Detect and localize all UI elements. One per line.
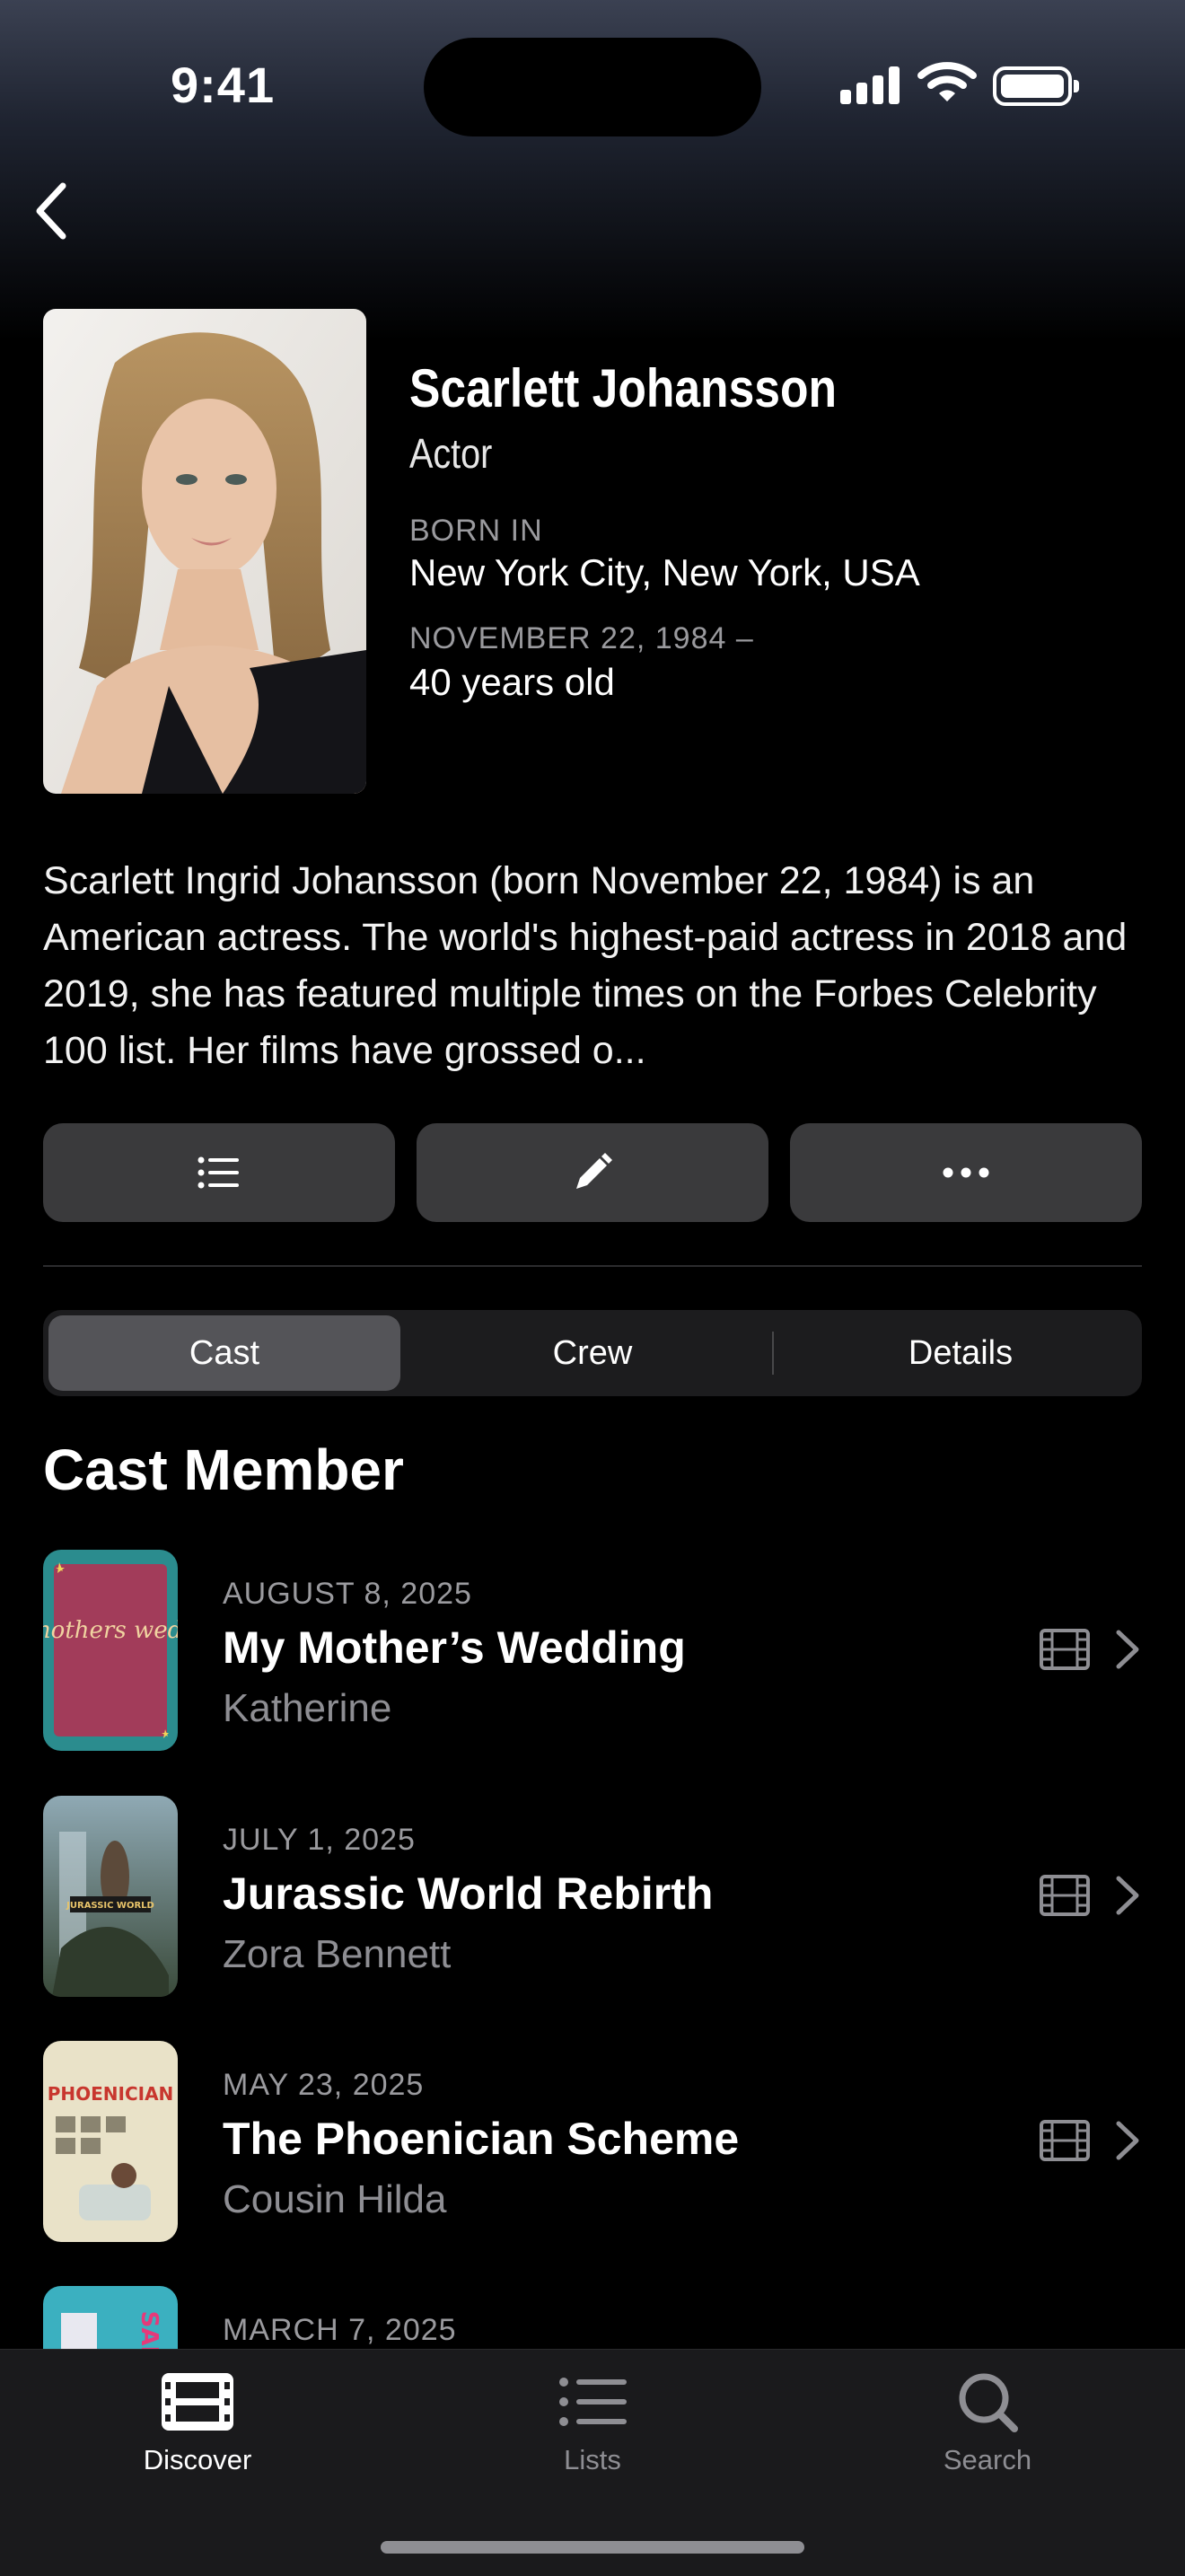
back-chevron-icon[interactable] [27,175,81,247]
add-to-list-button[interactable] [43,1123,395,1222]
movie-title: Jurassic World Rebirth [223,1868,714,1919]
tab-search[interactable]: Search [880,2371,1095,2476]
segment-cast[interactable]: Cast [48,1315,400,1391]
segment-separator [772,1332,774,1375]
tab-label: Search [943,2444,1032,2475]
movie-poster: PHOENICIAN [43,2041,178,2242]
tab-discover[interactable]: Discover [90,2371,305,2476]
movie-title: My Mother’s Wedding [223,1622,686,1673]
search-icon [959,2373,1018,2432]
release-date: MARCH 7, 2025 [223,2313,457,2347]
pencil-icon [576,1153,612,1189]
segment-crew[interactable]: Crew [417,1315,768,1391]
character-name: Cousin Hilda [223,2177,447,2221]
dynamic-island [424,38,761,136]
credit-row[interactable]: PHOENICIAN MAY 23, 2025 The Phoenician S… [43,2041,1142,2242]
character-name: Zora Bennett [223,1932,452,1976]
poster-text: JURASSIC WORLD [66,1901,154,1911]
film-icon [1040,1875,1090,1916]
segment-details[interactable]: Details [785,1315,1137,1391]
action-buttons [43,1123,1142,1222]
poster-text: my mothers wedding [43,1617,178,1644]
movie-title: The Phoenician Scheme [223,2114,740,2164]
birth-date: NOVEMBER 22, 1984 – [409,621,754,655]
wifi-icon [917,62,977,101]
chevron-right-icon [1116,1630,1139,1669]
movie-poster: JURASSIC WORLD [43,1796,178,1997]
film-icon [1040,2120,1090,2161]
release-date: JULY 1, 2025 [223,1823,416,1857]
home-indicator [381,2541,804,2554]
status-time: 9:41 [171,57,276,113]
credit-row[interactable]: my mothers wedding AUGUST 8, 2025 My Mot… [43,1550,1142,1751]
credit-row[interactable]: JURASSIC WORLD JULY 1, 2025 Jurassic Wor… [43,1796,1142,1997]
film-icon [162,2373,233,2431]
chevron-right-icon [1116,1876,1139,1915]
section-title: Cast Member [43,1437,404,1502]
more-button[interactable] [790,1123,1142,1222]
person-name: Scarlett Johansson [409,358,838,418]
born-label: BORN IN [409,514,543,548]
list-icon [559,2378,627,2426]
tab-label: Discover [143,2444,252,2475]
tab-lists[interactable]: Lists [485,2371,700,2476]
movie-poster: my mothers wedding [43,1550,178,1751]
person-age: 40 years old [409,661,615,703]
tab-label: Lists [564,2444,621,2475]
chevron-right-icon [1116,2121,1139,2160]
biography-text[interactable]: Scarlett Ingrid Johansson (born November… [43,853,1147,1079]
film-icon [1040,1629,1090,1670]
list-icon [198,1156,239,1189]
battery-icon [993,66,1079,106]
profile-photo [43,309,366,794]
person-role: Actor [409,430,493,477]
character-name: Katherine [223,1686,392,1730]
segmented-control: Cast Crew Details [43,1310,1142,1396]
divider [43,1265,1142,1267]
poster-text: PHOENICIAN [48,2083,174,2105]
born-place: New York City, New York, USA [409,551,920,593]
more-icon [943,1167,989,1178]
edit-button[interactable] [417,1123,768,1222]
release-date: MAY 23, 2025 [223,2068,425,2102]
release-date: AUGUST 8, 2025 [223,1577,472,1611]
cellular-signal-icon [840,66,901,104]
